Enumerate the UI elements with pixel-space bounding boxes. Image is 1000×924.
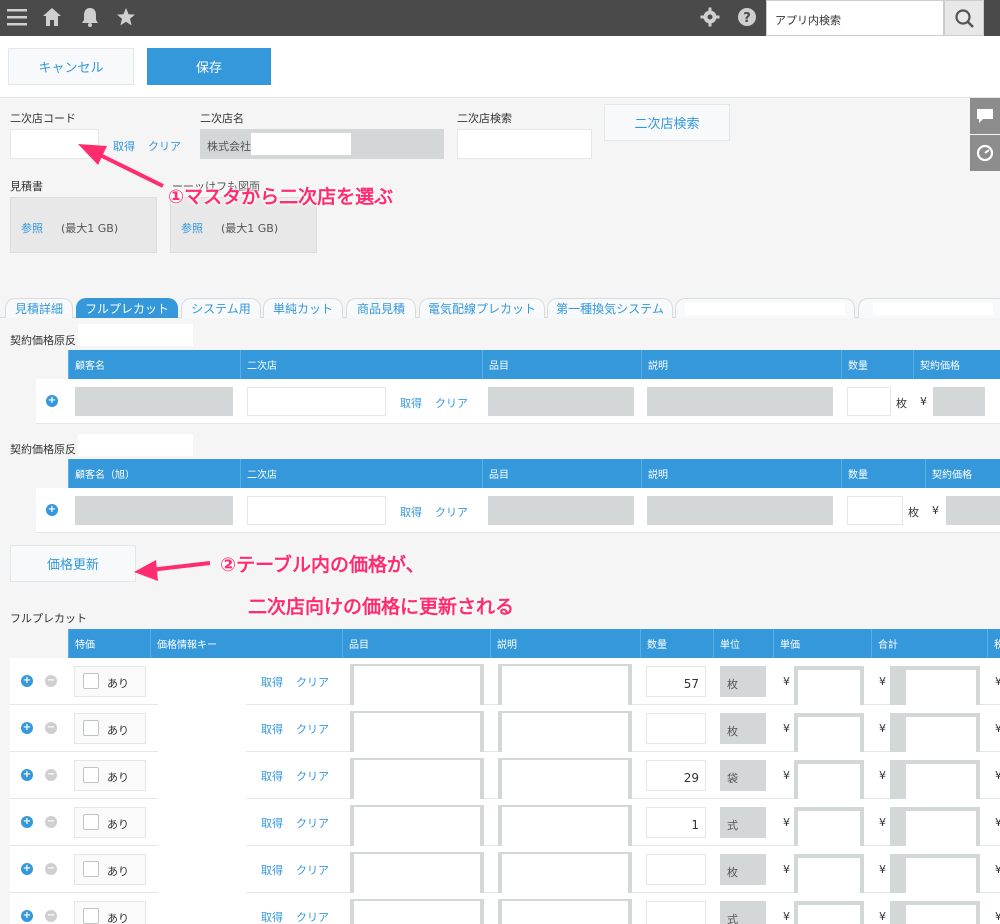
annotation-step2-line2: 二次店向けの価格に更新される xyxy=(248,596,515,618)
annotation-step2-line1: ②テーブル内の価格が、 xyxy=(220,554,425,576)
arrow-to-code-field xyxy=(78,144,211,581)
annotation-step1: ①マスタから二次店を選ぶ xyxy=(168,186,394,208)
